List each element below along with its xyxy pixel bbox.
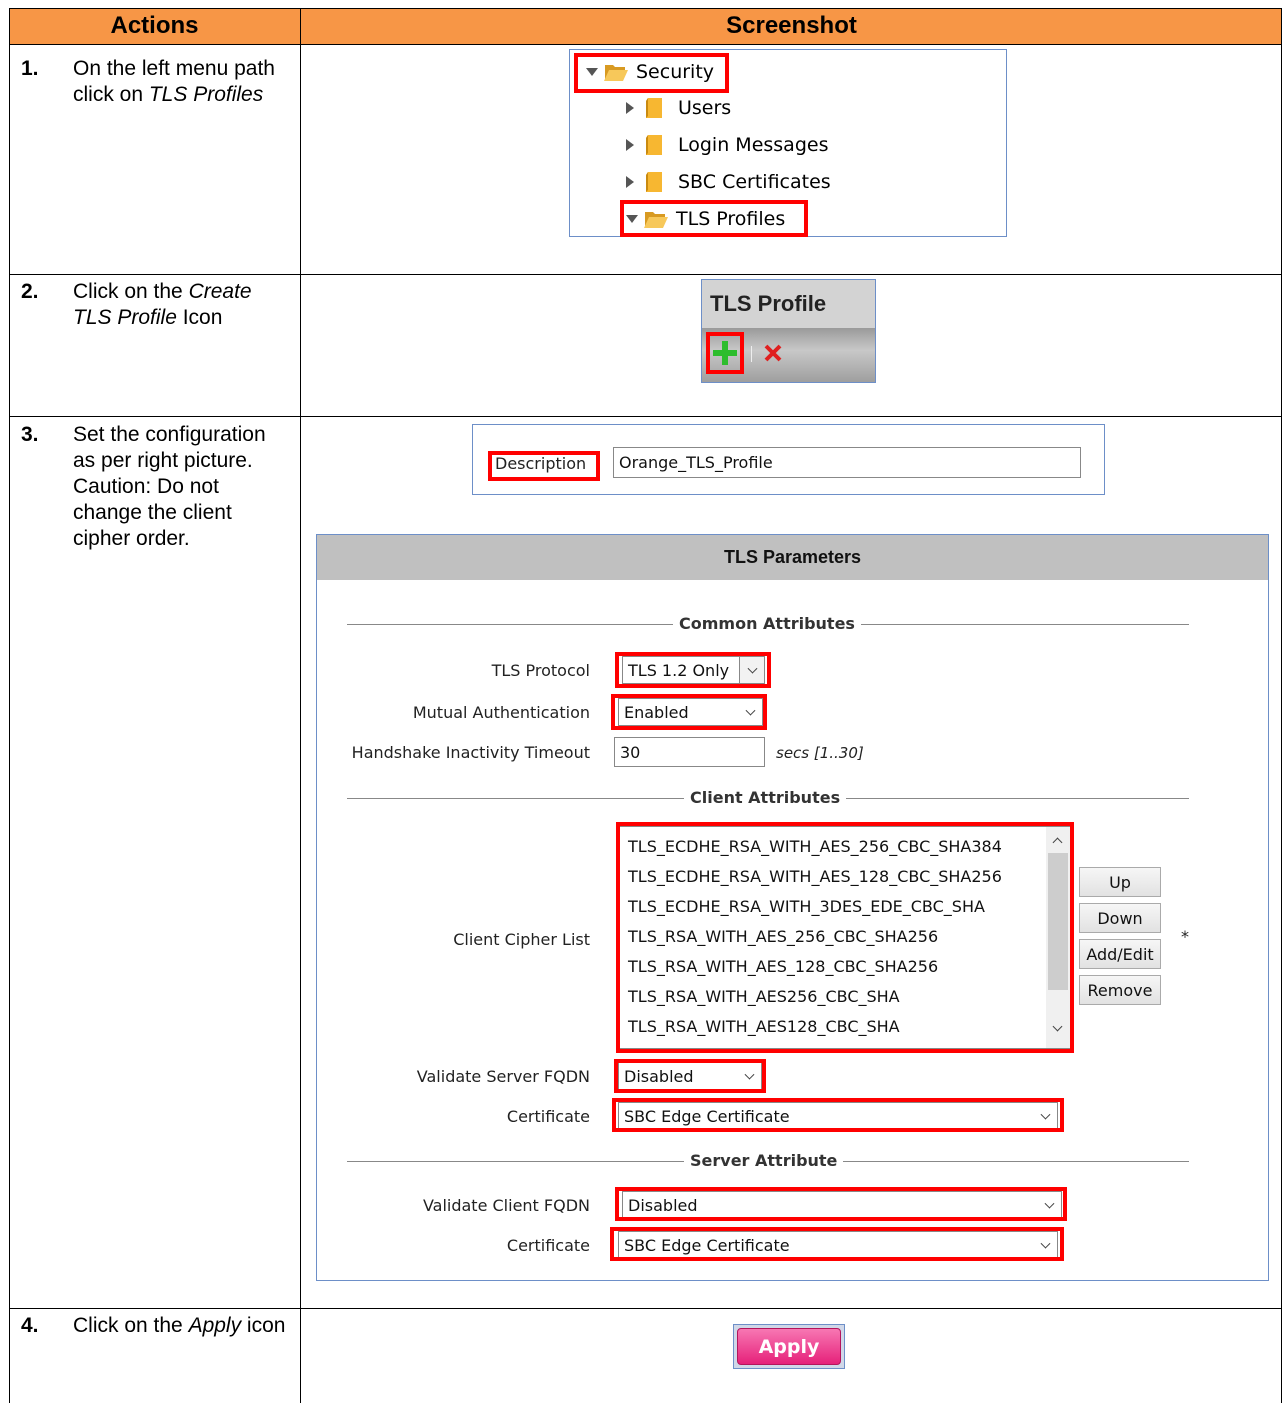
handshake-timeout-label: Handshake Inactivity Timeout — [351, 743, 590, 762]
section-client-attributes: Client Attributes — [347, 788, 1189, 808]
cipher-up-button[interactable]: Up — [1079, 867, 1161, 897]
section-common-attributes: Common Attributes — [347, 614, 1189, 634]
step-text: Set the configuration as per right pictu… — [73, 423, 266, 550]
section-title: Common Attributes — [673, 614, 861, 633]
section-title: Client Attributes — [684, 788, 847, 807]
tls-protocol-label: TLS Protocol — [491, 661, 590, 680]
row-divider-1 — [9, 274, 1282, 275]
collapsed-arrow-icon[interactable] — [626, 139, 634, 151]
table-border-top — [9, 8, 1282, 9]
tree-item-sbc-certificates[interactable]: SBC Certificates — [626, 166, 831, 198]
handshake-timeout-input[interactable]: 30 — [614, 737, 765, 767]
table-column-divider — [300, 8, 301, 1403]
step-number: 4. — [21, 1314, 39, 1337]
highlight-box — [611, 694, 767, 730]
delete-x-icon[interactable] — [764, 344, 782, 367]
step-text: Click on the Create TLS Profile Icon — [73, 280, 252, 329]
step-number: 3. — [21, 423, 39, 446]
tree-label: SBC Certificates — [678, 171, 831, 193]
server-certificate-label: Certificate — [506, 1236, 590, 1255]
cipher-down-button[interactable]: Down — [1079, 903, 1161, 933]
panel-title: TLS Profile — [702, 280, 875, 328]
highlight-box — [574, 53, 729, 93]
highlight-box — [616, 822, 1074, 1053]
security-tree-screenshot: Security Users Login Messages SBC Certif… — [569, 49, 1007, 237]
cipher-remove-button[interactable]: Remove — [1079, 975, 1161, 1005]
highlight-box — [620, 200, 808, 237]
highlight-box — [488, 451, 600, 481]
tree-item-users[interactable]: Users — [626, 92, 731, 124]
mutual-authentication-label: Mutual Authentication — [412, 703, 590, 722]
tree-item-login-messages[interactable]: Login Messages — [626, 129, 828, 161]
row-divider-3 — [9, 1308, 1282, 1309]
highlight-box — [615, 652, 771, 688]
highlight-box — [612, 1098, 1064, 1132]
step-number: 2. — [21, 280, 39, 303]
folder-icon — [644, 97, 664, 119]
apply-button[interactable]: Apply — [737, 1328, 841, 1365]
validate-client-fqdn-label: Validate Client FQDN — [422, 1196, 590, 1215]
collapsed-arrow-icon[interactable] — [626, 176, 634, 188]
screenshot-header: Screenshot — [301, 8, 1282, 44]
header-divider — [9, 44, 1282, 45]
client-cipher-list-label: Client Cipher List — [453, 930, 590, 949]
collapsed-arrow-icon[interactable] — [626, 102, 634, 114]
cipher-add-edit-button[interactable]: Add/Edit — [1079, 939, 1161, 969]
folder-icon — [644, 171, 664, 193]
tree-label: Login Messages — [678, 134, 829, 156]
apply-button-screenshot: Apply — [733, 1324, 845, 1369]
step-text: Click on the Apply icon — [73, 1314, 286, 1337]
toolbar — [702, 328, 875, 382]
description-field[interactable]: Orange_TLS_Profile — [613, 447, 1081, 478]
section-title: Server Attribute — [684, 1151, 844, 1170]
table-border-left — [9, 8, 10, 1403]
section-server-attribute: Server Attribute — [347, 1151, 1189, 1171]
step-number: 1. — [21, 57, 39, 80]
tls-parameters-panel: TLS Parameters Common Attributes TLS Pro… — [316, 534, 1269, 1281]
toolbar-separator — [751, 346, 752, 362]
required-mark: * — [1181, 927, 1189, 946]
row-divider-2 — [9, 416, 1282, 417]
highlight-box — [615, 1187, 1067, 1221]
step-text: On the left menu path click on TLS Profi… — [73, 57, 275, 106]
highlight-box — [610, 1227, 1064, 1261]
handshake-timeout-unit: secs [1..30] — [776, 744, 864, 762]
actions-header: Actions — [9, 8, 300, 44]
tree-label: Users — [678, 97, 732, 119]
tls-profile-toolbar-screenshot: TLS Profile — [701, 279, 876, 383]
description-screenshot: Description Orange_TLS_Profile — [472, 424, 1105, 495]
panel-title: TLS Parameters — [317, 535, 1268, 580]
highlight-box — [706, 332, 744, 374]
highlight-box — [614, 1059, 766, 1093]
validate-server-fqdn-label: Validate Server FQDN — [416, 1067, 590, 1086]
folder-icon — [644, 134, 664, 156]
client-certificate-label: Certificate — [506, 1107, 590, 1126]
